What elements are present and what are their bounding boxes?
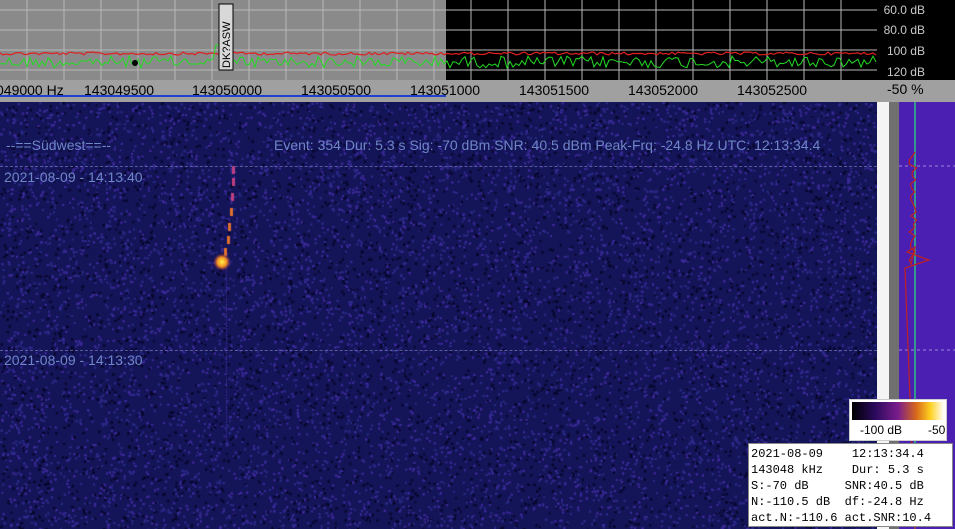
selected-band-indicator [0, 95, 446, 97]
station-marker[interactable]: DK?ASW [218, 3, 234, 71]
spectrum-average-trace [0, 51, 877, 56]
event-info-box: 2021-08-09 12:13:34.4 143048 kHz Dur: 5.… [748, 443, 953, 527]
waterfall-display[interactable]: --==Südwest==-- Event: 354 Dur: 5.3 s Si… [0, 102, 877, 529]
info-line: act.N:-110.6 act.SNR:10.4 [751, 511, 932, 525]
level-percent-label: -50 % [887, 81, 924, 97]
time-divider-line [0, 166, 877, 167]
db-label-60: 60.0 dB [883, 3, 925, 17]
spectrum-display[interactable]: DK?ASW [0, 0, 877, 80]
info-line: 2021-08-09 12:13:34.4 [751, 447, 924, 461]
info-line: 143048 kHz Dur: 5.3 s [751, 463, 924, 477]
spectrum-plot: DK?ASW [0, 0, 877, 80]
color-scale-max: -50 [928, 423, 946, 437]
timestamp-label: 2021-08-09 - 14:13:40 [4, 169, 143, 185]
station-name: --==Südwest==-- [6, 137, 112, 153]
color-scale-legend: -100 dB -50 [849, 399, 947, 441]
db-label-100: 100 dB [886, 44, 925, 58]
spectrum-live-trace [0, 44, 877, 70]
db-scale: 60.0 dB 80.0 dB 100 dB 120 dB [877, 0, 955, 80]
color-gradient [852, 402, 944, 420]
db-label-120: 120 dB [886, 65, 925, 79]
level-percent-box[interactable]: -50 % [877, 80, 955, 102]
station-marker-label: DK?ASW [221, 21, 233, 68]
freq-label: 143052000 [628, 82, 699, 98]
freq-label: 143051500 [519, 82, 590, 98]
event-info: Event: 354 Dur: 5.3 s Sig: -70 dBm SNR: … [274, 137, 821, 153]
color-scale-min: -100 dB [860, 423, 903, 437]
info-line: S:-70 dB SNR:40.5 dB [751, 479, 924, 493]
info-line: N:-110.5 dB df:-24.8 Hz [751, 495, 924, 509]
spectrum-grid [0, 0, 877, 80]
timestamp-label: 2021-08-09 - 14:13:30 [4, 352, 143, 368]
spectrum-cursor-dot[interactable] [132, 60, 138, 66]
freq-label: 143052500 [737, 82, 808, 98]
frequency-axis[interactable]: 049000 Hz 143049500 143050000 143050500 … [0, 80, 877, 102]
time-divider-line [0, 350, 877, 351]
db-label-80: 80.0 dB [883, 23, 925, 37]
